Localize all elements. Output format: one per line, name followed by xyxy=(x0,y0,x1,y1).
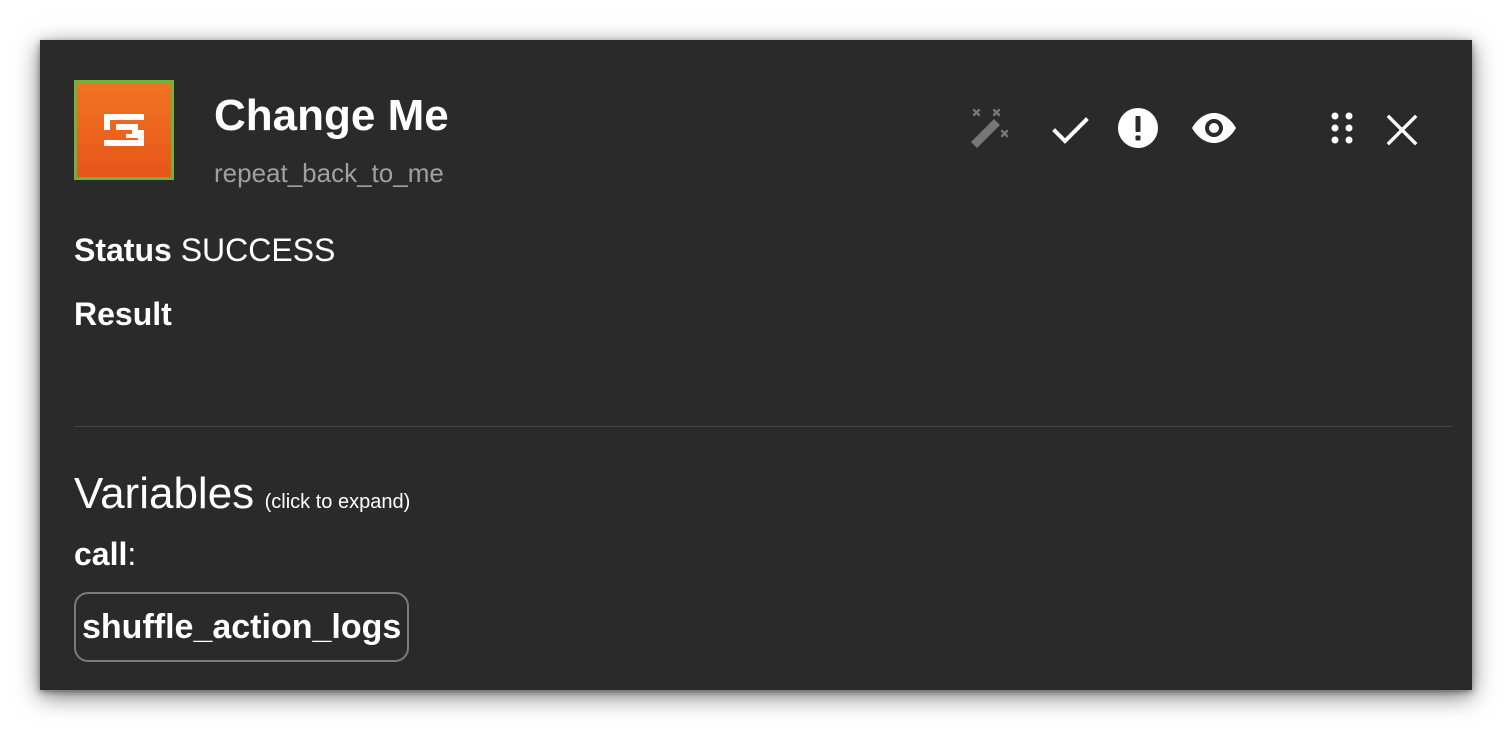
drag-handle[interactable] xyxy=(1326,110,1358,146)
eye-icon xyxy=(1192,113,1236,143)
action-title: Change Me xyxy=(214,91,449,140)
variable-separator: : xyxy=(127,536,137,572)
checkmark-icon xyxy=(1052,117,1089,144)
variables-hint: (click to expand) xyxy=(264,491,411,513)
status-value: SUCCESS xyxy=(180,232,336,268)
status-row: Status SUCCESS xyxy=(74,230,335,270)
close-button[interactable] xyxy=(1382,110,1422,150)
action-result-dialog: Change Me repeat_back_to_me Status SUCCE… xyxy=(40,40,1472,690)
shuffle-logo-icon xyxy=(104,114,144,146)
error-button[interactable] xyxy=(1116,106,1160,150)
variables-title: Variables xyxy=(74,469,255,518)
status-label: Status xyxy=(74,232,172,268)
success-button[interactable] xyxy=(1048,108,1092,152)
variable-row: call: xyxy=(74,534,136,574)
magic-wand-button[interactable] xyxy=(966,106,1012,152)
drag-handle-icon xyxy=(1331,112,1353,144)
magic-wand-icon xyxy=(971,108,1009,148)
variable-key: call xyxy=(74,536,128,572)
app-icon xyxy=(74,80,174,180)
alert-circle-icon xyxy=(1118,108,1158,148)
variables-heading[interactable]: Variables (click to expand) xyxy=(74,468,410,530)
view-button[interactable] xyxy=(1188,110,1240,146)
action-name: repeat_back_to_me xyxy=(214,158,444,188)
result-label: Result xyxy=(74,296,172,332)
divider xyxy=(74,426,1452,427)
variable-value-chip[interactable]: shuffle_action_logs xyxy=(74,592,410,662)
close-icon xyxy=(1386,114,1418,146)
